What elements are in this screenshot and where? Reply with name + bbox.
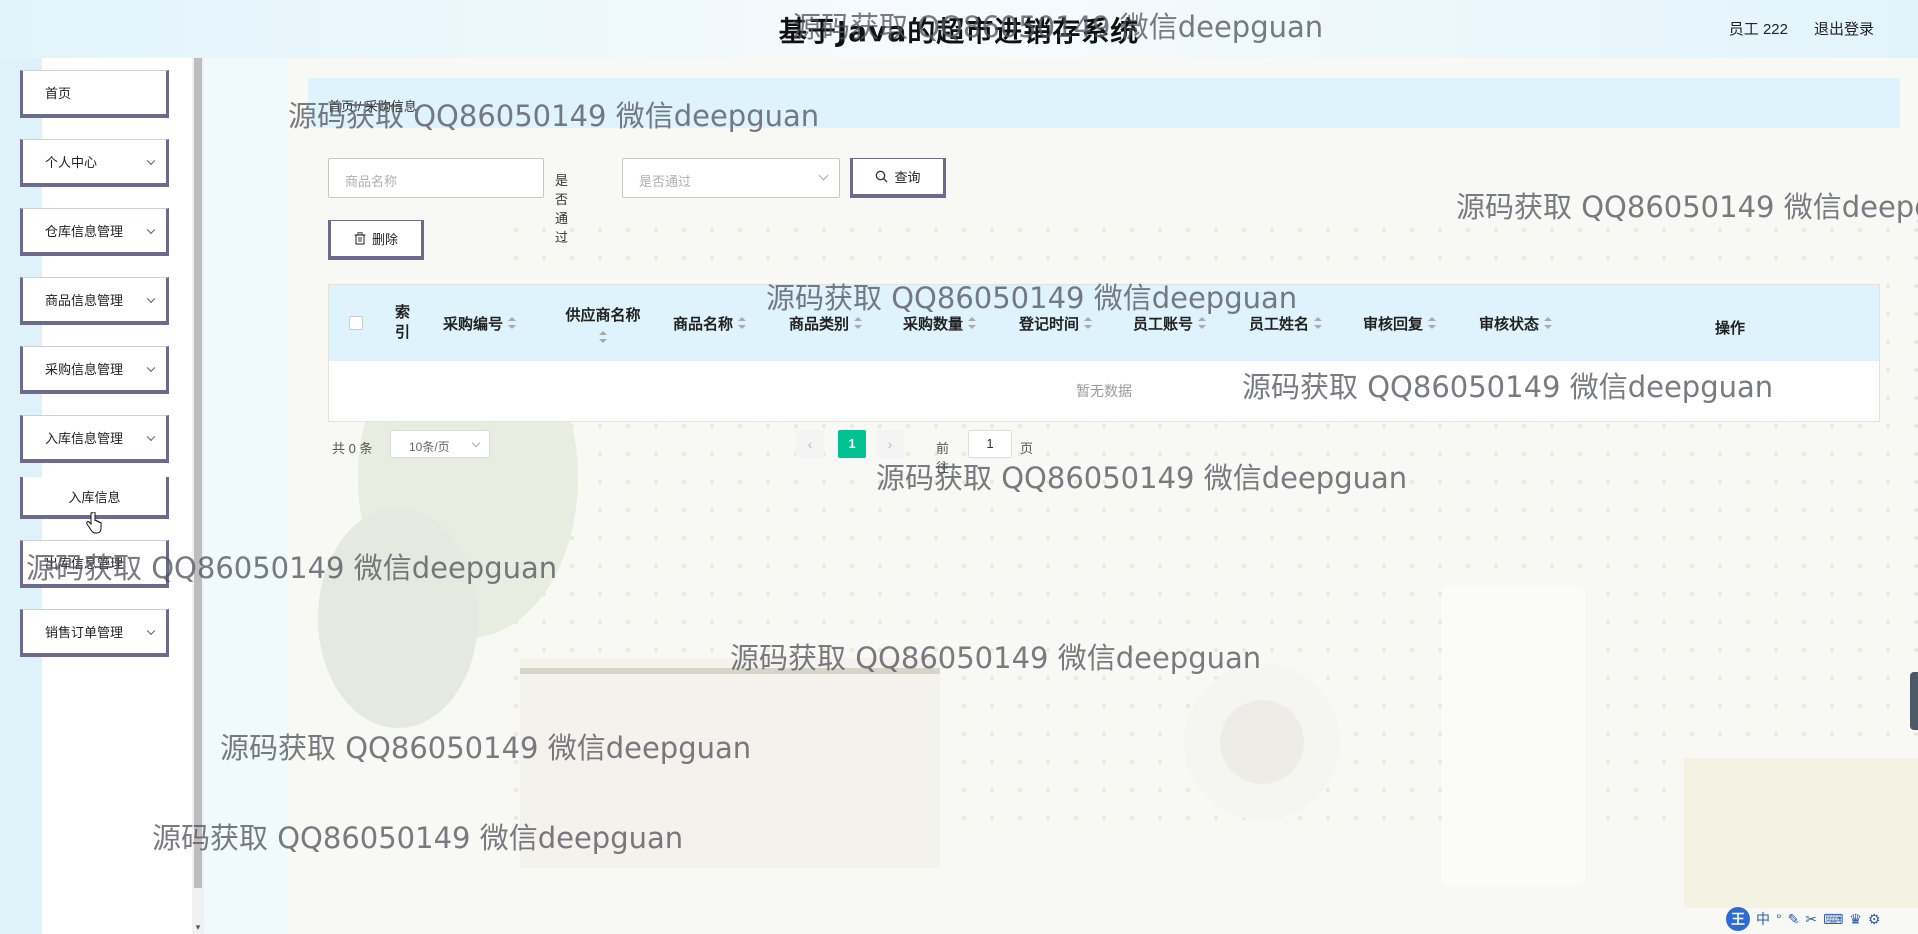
current-user[interactable]: 员工 222 <box>1729 18 1788 39</box>
column-supplier[interactable]: 供应商名称 <box>561 285 645 361</box>
chevron-down-icon <box>146 432 156 441</box>
logout-link[interactable]: 退出登录 <box>1814 18 1874 39</box>
sidebar-scrollbar[interactable]: ▾ <box>192 58 204 934</box>
app-title: 基于Java的超市进销存系统 <box>778 15 1140 48</box>
product-name-input[interactable]: 商品名称 <box>328 158 544 198</box>
sidebar-item-profile[interactable]: 个人中心 <box>20 139 169 187</box>
sidebar-item-label: 出库信息管理 <box>45 556 124 571</box>
ime-punctuation-icon[interactable]: ° <box>1776 911 1782 927</box>
sidebar-item-label: 商品信息管理 <box>45 293 124 308</box>
column-staff-name[interactable]: 员工姓名 <box>1249 285 1323 361</box>
sidebar-item-home[interactable]: 首页 <box>20 70 169 118</box>
main-content: 首页 / 采购信息 商品名称 是否通过 是否通过 查询 删除 索引 采购编号 供… <box>288 58 1918 934</box>
sort-icon[interactable] <box>968 317 977 329</box>
hand-cursor-icon <box>86 512 102 534</box>
sort-icon[interactable] <box>854 317 863 329</box>
sidebar-item-label: 入库信息管理 <box>45 431 124 446</box>
chevron-down-icon <box>146 626 156 635</box>
gear-icon[interactable]: ⚙ <box>1868 911 1881 928</box>
sort-icon[interactable] <box>738 317 747 329</box>
page-unit-label: 页 <box>1020 441 1034 456</box>
search-icon <box>876 170 888 183</box>
sidebar-item-warehouse[interactable]: 仓库信息管理 <box>20 208 169 256</box>
sort-icon[interactable] <box>1314 317 1323 329</box>
empty-state: 暂无数据 <box>1076 383 1132 399</box>
purchase-table: 索引 采购编号 供应商名称 商品名称 商品类别 采购数量 登记时间 员工账号 员… <box>328 284 1880 422</box>
sidebar-item-label: 入库信息 <box>68 489 121 505</box>
sidebar-item-sales-orders[interactable]: 销售订单管理 <box>20 609 169 657</box>
prev-page-button[interactable]: ‹ <box>796 430 824 458</box>
chevron-down-icon <box>146 156 156 165</box>
select-all-checkbox[interactable] <box>349 316 363 330</box>
column-purchase-no[interactable]: 采购编号 <box>443 285 517 361</box>
chevron-down-icon <box>818 170 829 181</box>
column-review-reply[interactable]: 审核回复 <box>1363 285 1437 361</box>
content-gutter <box>204 58 288 934</box>
column-register-time[interactable]: 登记时间 <box>1019 285 1093 361</box>
scissors-icon[interactable]: ✂ <box>1805 911 1817 928</box>
delete-button-label: 删除 <box>371 232 398 247</box>
table-header: 索引 采购编号 供应商名称 商品名称 商品类别 采购数量 登记时间 员工账号 员… <box>329 285 1879 361</box>
ime-logo-icon[interactable]: 王 <box>1726 907 1750 931</box>
skin-icon[interactable]: ♛ <box>1849 911 1862 928</box>
sort-icon[interactable] <box>1198 317 1207 329</box>
sidebar-item-label: 销售订单管理 <box>45 625 124 640</box>
sort-icon[interactable] <box>1428 317 1437 329</box>
approved-label: 是否通过 <box>555 173 569 245</box>
sidebar-item-outbound[interactable]: 出库信息管理 <box>20 540 169 588</box>
sidebar-item-label: 首页 <box>45 86 72 101</box>
column-product-category[interactable]: 商品类别 <box>789 285 863 361</box>
query-button-label: 查询 <box>894 170 921 185</box>
header-user-area: 员工 222 退出登录 <box>1729 18 1874 39</box>
trash-icon <box>354 232 366 245</box>
breadcrumb: 首页 / 采购信息 <box>308 78 1900 128</box>
sidebar-item-label: 仓库信息管理 <box>45 224 124 239</box>
query-button[interactable]: 查询 <box>850 158 946 198</box>
sort-icon[interactable] <box>508 317 517 329</box>
scroll-down-icon[interactable]: ▾ <box>193 922 203 932</box>
chevron-down-icon <box>146 363 156 372</box>
sort-icon[interactable] <box>1544 317 1553 329</box>
column-purchase-qty[interactable]: 采购数量 <box>903 285 977 361</box>
approved-select[interactable]: 是否通过 <box>622 158 840 198</box>
goto-label: 前往 <box>936 441 950 475</box>
chevron-down-icon <box>146 294 156 303</box>
column-staff-account[interactable]: 员工账号 <box>1133 285 1207 361</box>
top-header: 基于Java的超市进销存系统 员工 222 退出登录 <box>0 0 1918 58</box>
goto-page-input[interactable]: 1 <box>968 430 1012 458</box>
sidebar-scrollbar-thumb[interactable] <box>194 58 202 888</box>
column-review-status[interactable]: 审核状态 <box>1479 285 1553 361</box>
column-actions: 操作 <box>1715 319 1746 337</box>
sort-icon[interactable] <box>599 330 607 343</box>
pagination-total: 共 0 条 <box>332 441 373 456</box>
sort-icon[interactable] <box>1084 317 1093 329</box>
sidebar-item-label: 采购信息管理 <box>45 362 124 377</box>
sidebar-item-inbound[interactable]: 入库信息管理 <box>20 415 169 463</box>
sidebar-item-label: 个人中心 <box>45 155 98 170</box>
approved-select-value: 是否通过 <box>639 174 692 189</box>
next-page-button[interactable]: › <box>876 430 904 458</box>
column-index: 索引 <box>395 304 411 341</box>
keyboard-icon[interactable]: ⌨ <box>1823 911 1843 928</box>
ime-mode-toggle[interactable]: 中 <box>1756 909 1770 929</box>
sidebar-item-products[interactable]: 商品信息管理 <box>20 277 169 325</box>
floating-side-tab[interactable] <box>1910 672 1918 730</box>
page-size-select[interactable]: 10条/页 <box>390 430 490 458</box>
column-product-name[interactable]: 商品名称 <box>673 285 747 361</box>
page-number-active[interactable]: 1 <box>838 430 866 458</box>
pen-icon[interactable]: ✎ <box>1788 911 1800 928</box>
chevron-down-icon <box>471 438 481 448</box>
delete-button[interactable]: 删除 <box>328 220 424 260</box>
chevron-down-icon <box>146 225 156 234</box>
sidebar-item-purchase[interactable]: 采购信息管理 <box>20 346 169 394</box>
ime-toolbar[interactable]: 王 中 ° ✎ ✂ ⌨ ♛ ⚙ <box>1722 904 1918 934</box>
